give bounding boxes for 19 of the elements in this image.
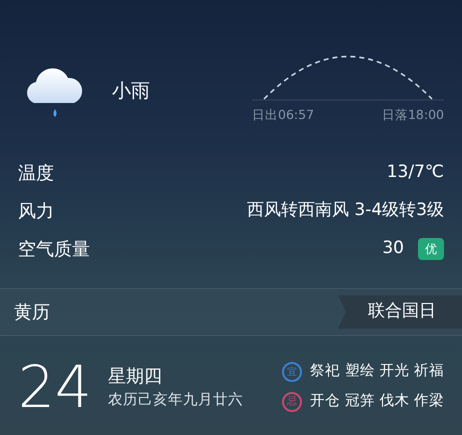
detail-value: 13/7℃ — [386, 161, 444, 184]
weekday: 星期四 — [108, 364, 163, 389]
lunar-date: 农历己亥年九月廿六 — [108, 390, 243, 410]
festival-ribbon: 联合国日 — [338, 295, 462, 329]
detail-value: 西风转西南风 3-4级转3级 — [247, 199, 444, 222]
almanac-activities: 开仓 冠笄 伐木 作梁 — [310, 392, 444, 411]
almanac-mark: 宜 — [282, 362, 302, 382]
section-title: 黄历 — [14, 300, 50, 324]
almanac-activities: 祭祀 塑绘 开光 祈福 — [310, 362, 444, 382]
detail-label: 空气质量 — [18, 238, 90, 262]
sunrise-time: 日出06:57 — [252, 106, 314, 124]
sunset-time: 日落18:00 — [382, 106, 444, 124]
detail-label: 风力 — [18, 200, 54, 224]
day-number: 24 — [18, 358, 92, 416]
detail-value: 30 — [382, 237, 404, 260]
weather-condition: 小雨 — [112, 78, 150, 104]
almanac-mark: 忌 — [282, 392, 302, 412]
air-quality-tag: 优 — [418, 238, 444, 260]
detail-label: 温度 — [18, 162, 54, 186]
